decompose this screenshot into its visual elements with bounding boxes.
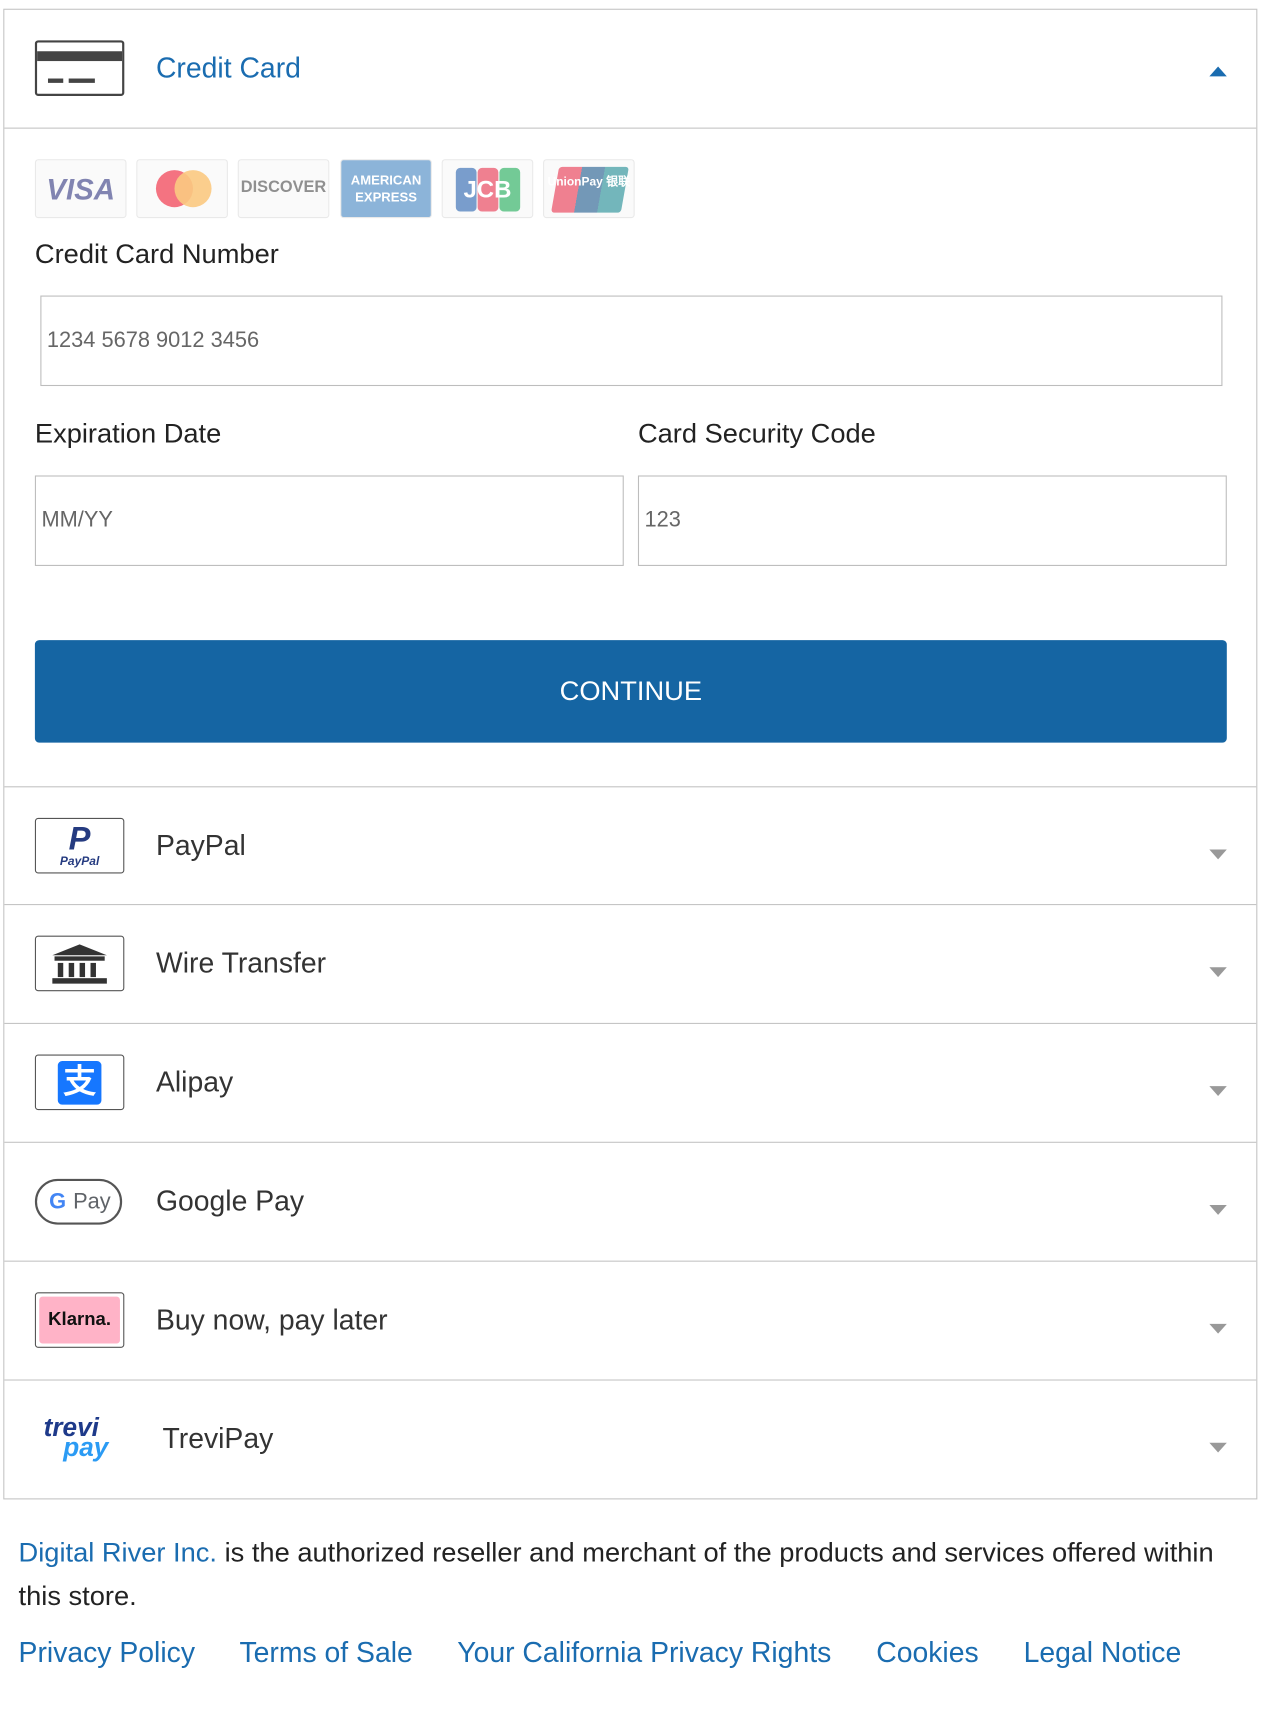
caret-down-icon[interactable]	[1209, 1086, 1227, 1096]
caret-up-icon[interactable]	[1209, 66, 1227, 77]
security-code-input[interactable]	[637, 475, 1227, 566]
google-pay-icon: G Pay	[34, 1178, 123, 1225]
security-code-label: Card Security Code	[637, 418, 876, 450]
caret-down-icon[interactable]	[1209, 1205, 1227, 1215]
merchant-notice: Digital River Inc. is the authorized res…	[19, 1531, 1251, 1618]
unionpay-icon: UnionPay 银联	[543, 159, 635, 219]
paypal-icon: P PayPal	[34, 817, 125, 874]
privacy-policy-link[interactable]: Privacy Policy	[19, 1636, 195, 1669]
credit-card-icon	[34, 40, 125, 96]
jcb-icon: JCB	[441, 159, 534, 219]
digital-river-link[interactable]: Digital River Inc.	[19, 1538, 217, 1569]
trevipay-icon: trevi pay	[34, 1411, 125, 1467]
mastercard-icon	[136, 159, 228, 219]
bank-icon	[34, 935, 125, 992]
klarna-icon: Klarna.	[34, 1292, 125, 1348]
caret-down-icon[interactable]	[1209, 967, 1227, 978]
card-number-input[interactable]	[40, 295, 1223, 387]
expiration-date-input[interactable]	[34, 475, 624, 566]
card-number-label: Credit Card Number	[34, 238, 279, 270]
method-label-alipay: Alipay	[155, 1065, 234, 1099]
legal-notice-link[interactable]: Legal Notice	[1024, 1636, 1182, 1669]
terms-of-sale-link[interactable]: Terms of Sale	[239, 1636, 412, 1669]
method-label-paypal: PayPal	[155, 828, 246, 862]
cookies-link[interactable]: Cookies	[876, 1636, 978, 1669]
method-label-google-pay: Google Pay	[155, 1184, 305, 1217]
method-klarna[interactable]: Klarna. Buy now, pay later	[4, 1262, 1257, 1381]
method-alipay[interactable]: 支 Alipay	[4, 1024, 1257, 1143]
expiration-date-label: Expiration Date	[34, 418, 222, 450]
caret-down-icon[interactable]	[1209, 849, 1227, 860]
method-wire-transfer[interactable]: Wire Transfer	[4, 905, 1257, 1024]
payment-methods-panel: Credit Card VISA DISCOVER AMERICAN EXPRE…	[3, 8, 1258, 1500]
credit-card-header[interactable]: Credit Card	[4, 10, 1257, 129]
alipay-icon: 支	[34, 1054, 125, 1111]
checkout-container: Credit Card VISA DISCOVER AMERICAN EXPRE…	[0, 0, 1265, 1712]
method-paypal[interactable]: P PayPal PayPal	[4, 786, 1257, 906]
caret-down-icon[interactable]	[1209, 1442, 1227, 1453]
caret-down-icon[interactable]	[1209, 1323, 1227, 1334]
method-label-wire-transfer: Wire Transfer	[155, 946, 327, 980]
american-express-icon: AMERICAN EXPRESS	[340, 159, 432, 219]
method-trevipay[interactable]: trevi pay TreviPay	[4, 1381, 1256, 1500]
california-privacy-rights-link[interactable]: Your California Privacy Rights	[457, 1636, 831, 1669]
method-label-klarna: Buy now, pay later	[155, 1303, 388, 1336]
footer-links: Privacy Policy Terms of Sale Your Califo…	[19, 1636, 1219, 1670]
credit-card-title: Credit Card	[155, 51, 301, 84]
discover-icon: DISCOVER	[237, 159, 330, 219]
visa-icon: VISA	[34, 159, 127, 219]
method-label-trevipay: TreviPay	[162, 1422, 274, 1455]
method-google-pay[interactable]: G Pay Google Pay	[4, 1143, 1257, 1262]
continue-button[interactable]: CONTINUE	[34, 640, 1227, 743]
